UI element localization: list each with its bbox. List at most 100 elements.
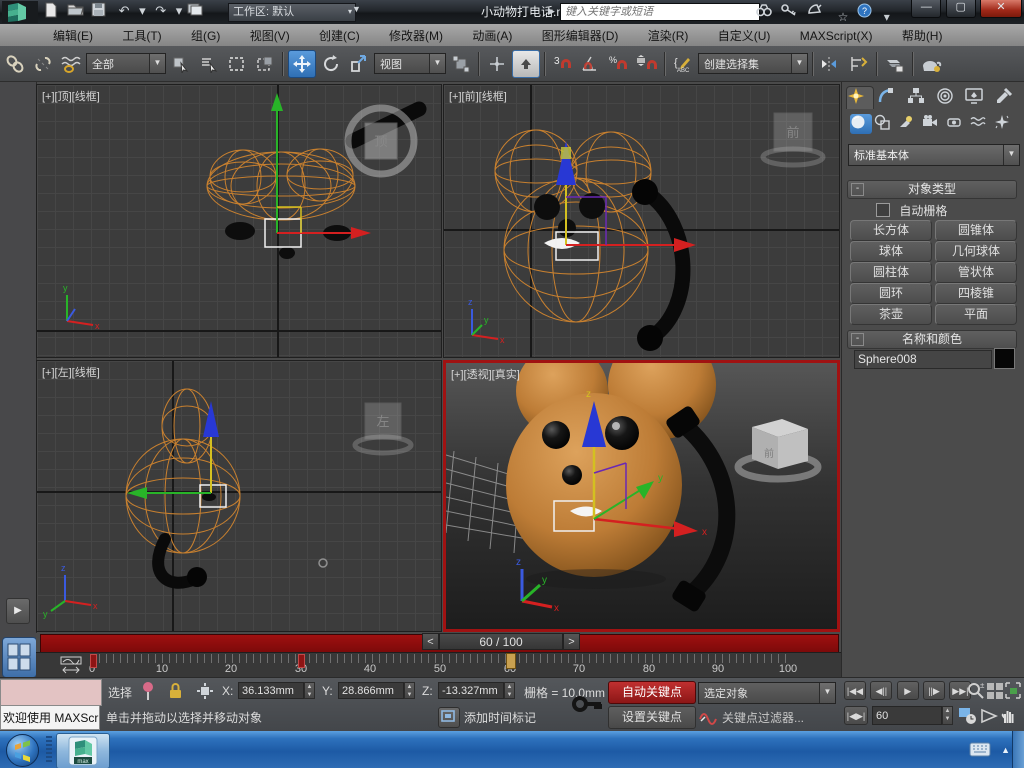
object-type-rollout-header[interactable]: - 对象类型 xyxy=(847,180,1017,199)
workspace-selector[interactable]: 工作区: 默认 ▾ xyxy=(228,3,356,22)
y-spinner[interactable]: ▲ ▼ xyxy=(404,682,415,699)
infocenter-search-input[interactable] xyxy=(560,3,760,21)
select-and-move-button[interactable] xyxy=(288,49,316,78)
viewport-top-label[interactable]: [+][顶][线框] xyxy=(42,88,100,104)
menu-customize[interactable]: 自定义(U) xyxy=(705,24,784,46)
workspace-flyout-icon[interactable]: ▼ xyxy=(352,4,361,14)
current-frame-marker[interactable] xyxy=(506,653,516,669)
primitive-torus-button[interactable]: 圆环 xyxy=(850,283,932,304)
next-frame-arrow[interactable]: > xyxy=(563,633,580,650)
align-icon[interactable] xyxy=(846,51,872,77)
undo-icon[interactable]: ↶ xyxy=(114,2,134,20)
animation-key-frame-0[interactable] xyxy=(90,654,97,668)
tab-hierarchy[interactable] xyxy=(907,87,933,109)
select-and-rotate-button[interactable] xyxy=(318,51,344,77)
name-color-rollout-header[interactable]: - 名称和颜色 xyxy=(847,330,1017,349)
unlink-selection-icon[interactable] xyxy=(30,51,56,77)
z-spinner[interactable]: ▲ ▼ xyxy=(504,682,515,699)
viewport-layout-tabs-button[interactable] xyxy=(2,637,37,678)
select-by-name-icon[interactable] xyxy=(196,51,222,77)
previous-frame-arrow[interactable]: < xyxy=(422,633,439,650)
project-folder-icon[interactable] xyxy=(187,2,207,20)
tab-create[interactable] xyxy=(846,86,874,109)
primitive-tube-button[interactable]: 管状体 xyxy=(935,262,1017,283)
time-slider-handle[interactable]: < 60 / 100 > xyxy=(422,633,580,650)
viewport-layout-flyout-button[interactable]: ▶ xyxy=(6,598,30,624)
new-scene-icon[interactable] xyxy=(44,2,64,20)
viewport-left-label[interactable]: [+][左][线框] xyxy=(42,364,100,380)
menu-tools[interactable]: 工具(T) xyxy=(109,24,174,46)
redo-icon[interactable]: ↷ xyxy=(151,2,171,20)
primitive-box-button[interactable]: 长方体 xyxy=(850,220,932,241)
viewcube-ring[interactable] xyxy=(760,146,826,168)
render-setup-icon[interactable] xyxy=(918,51,944,77)
open-file-icon[interactable] xyxy=(67,2,87,20)
selection-filter-dropdown[interactable]: 全部 ▼ xyxy=(86,53,166,74)
object-name-input[interactable] xyxy=(854,350,992,369)
tab-utilities[interactable] xyxy=(995,87,1021,109)
z-coordinate-input[interactable] xyxy=(438,682,504,699)
use-pivot-center-icon[interactable] xyxy=(448,51,474,77)
layer-manager-icon[interactable] xyxy=(882,51,908,77)
add-time-tag[interactable]: 添加时间标记 xyxy=(464,709,536,726)
taskbar-3dsmax-button[interactable]: max xyxy=(56,733,110,768)
viewport-top[interactable]: [+][顶][线框] 顶 y x xyxy=(36,84,442,358)
select-and-manipulate-icon[interactable] xyxy=(484,51,510,77)
object-color-swatch[interactable] xyxy=(994,348,1015,369)
redo-dropdown-icon[interactable]: ▾ xyxy=(174,2,184,20)
time-configuration-icon[interactable] xyxy=(958,706,977,725)
track-bar[interactable]: 0 10 20 30 40 50 60 70 80 90 100 xyxy=(36,652,841,678)
go-to-start-button[interactable]: |◀◀ xyxy=(844,681,866,700)
primitive-sphere-button[interactable]: 球体 xyxy=(850,241,932,262)
mouth-object-selected[interactable] xyxy=(544,238,580,249)
play-animation-button[interactable]: ▶ xyxy=(896,681,919,700)
undo-dropdown-icon[interactable]: ▾ xyxy=(137,2,147,20)
category-cameras[interactable] xyxy=(922,114,944,134)
communication-center-icon[interactable] xyxy=(807,3,829,21)
spinner-snap-toggle-icon[interactable] xyxy=(634,51,660,77)
zoom-icon[interactable]: ± xyxy=(966,681,985,700)
field-of-view-icon[interactable] xyxy=(980,706,998,725)
zoom-all-icon[interactable] xyxy=(986,681,1004,700)
pan-view-hand-icon[interactable] xyxy=(1000,706,1018,725)
snaps-toggle-3d-icon[interactable]: 3 xyxy=(550,51,576,77)
zoom-extents-icon[interactable] xyxy=(1004,681,1022,700)
maxscript-mini-listener[interactable] xyxy=(0,679,102,706)
key-mode-toggle-button[interactable]: |◀▶| xyxy=(844,706,868,725)
auto-key-button[interactable]: 自动关键点 xyxy=(608,681,696,704)
handset-object[interactable] xyxy=(639,185,691,345)
category-geometry[interactable] xyxy=(850,114,872,134)
viewcube[interactable]: 前 xyxy=(734,419,822,483)
viewcube-ring[interactable] xyxy=(352,434,414,456)
viewport-front[interactable]: [+][前][线框] 前 z x y xyxy=(443,84,840,358)
tab-modify[interactable] xyxy=(877,87,903,109)
menu-modifiers[interactable]: 修改器(M) xyxy=(376,24,456,46)
start-button[interactable] xyxy=(6,734,39,767)
category-space-warps[interactable] xyxy=(970,114,992,134)
3dsmax-logo-icon[interactable] xyxy=(2,1,40,23)
menu-rendering[interactable]: 渲染(R) xyxy=(635,24,702,46)
absolute-mode-transform-icon[interactable] xyxy=(196,682,214,700)
category-helpers[interactable] xyxy=(946,114,968,134)
tab-motion[interactable] xyxy=(936,87,962,109)
previous-frame-button[interactable]: ◀|| xyxy=(870,681,893,700)
time-slider-frame-label[interactable]: 60 / 100 xyxy=(439,633,563,650)
set-key-button[interactable]: 设置关键点 xyxy=(608,706,696,729)
menu-group[interactable]: 组(G) xyxy=(178,24,233,46)
frame-spinner[interactable]: ▲ ▼ xyxy=(942,706,953,725)
angle-snap-toggle-icon[interactable] xyxy=(578,51,604,77)
viewport-left[interactable]: [+][左][线框] 左 z x y xyxy=(36,360,442,632)
category-systems[interactable] xyxy=(994,114,1016,134)
selected-filter-dropdown[interactable]: 选定对象 ▼ xyxy=(698,682,836,704)
menu-edit[interactable]: 编辑(E) xyxy=(40,24,106,46)
percent-snap-toggle-icon[interactable]: % xyxy=(606,51,632,77)
key-filters-curve-icon[interactable] xyxy=(698,707,718,725)
current-frame-input[interactable] xyxy=(872,706,942,725)
rectangular-selection-region-icon[interactable] xyxy=(224,51,250,77)
primitive-category-dropdown[interactable]: 标准基本体 ▼ xyxy=(848,144,1020,166)
mirror-icon[interactable] xyxy=(818,51,844,77)
primitive-pyramid-button[interactable]: 四棱锥 xyxy=(935,283,1017,304)
select-and-scale-button[interactable] xyxy=(346,51,372,77)
next-frame-button[interactable]: ||▶ xyxy=(923,681,946,700)
show-hidden-icons-arrow[interactable]: ▲ xyxy=(1001,745,1010,755)
